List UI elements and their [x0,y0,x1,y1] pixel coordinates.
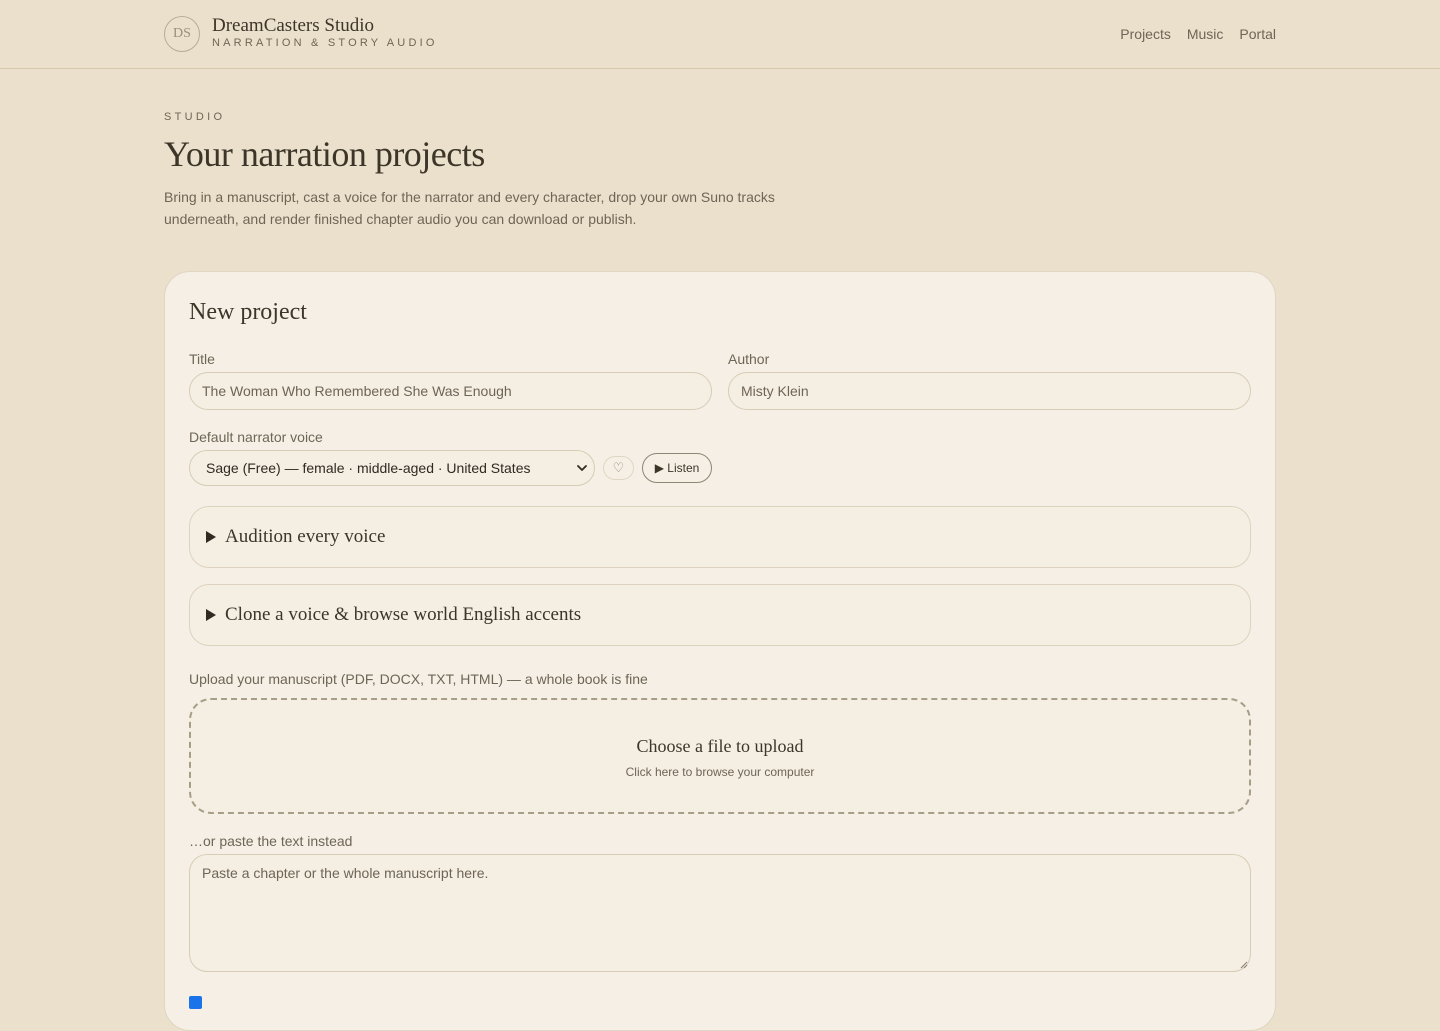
page-intro: Bring in a manuscript, cast a voice for … [164,189,775,227]
brand-name[interactable]: DreamCasters Studio [212,15,374,37]
disclosure-triangle-icon [206,609,216,621]
manuscript-upload-dropzone[interactable]: Choose a file to upload Click here to br… [189,698,1251,814]
brand-tagline: NARRATION & STORY AUDIO [212,37,438,49]
author-label: Author [728,351,770,367]
nav-music-link[interactable]: Music [1187,26,1224,42]
narrator-voice-select[interactable]: Sage (Free) — female · middle-aged · Uni… [189,450,595,486]
listen-button[interactable]: ▶ Listen [642,453,712,483]
split-checkbox[interactable] [189,996,202,1009]
nav-projects-link[interactable]: Projects [1120,26,1171,42]
title-label: Title [189,351,215,367]
resize-grip-icon[interactable] [1240,961,1248,969]
author-input[interactable] [728,372,1251,410]
top-nav: Projects Music Portal [1120,26,1276,42]
disclosure-triangle-icon [206,531,216,543]
heart-icon: ♡ [612,460,625,475]
logo-badge[interactable]: DS [164,16,200,52]
audition-voices-summary: Audition every voice [225,526,386,547]
paste-label: …or paste the text instead [189,833,353,849]
page-title: Your narration projects [164,134,485,174]
narrator-voice-value: Sage (Free) — female · middle-aged · Uni… [206,460,531,476]
clone-voice-summary: Clone a voice & browse world English acc… [225,604,582,625]
audition-voices-section[interactable]: Audition every voice [189,506,1251,568]
narrator-voice-label: Default narrator voice [189,429,323,445]
nav-portal-link[interactable]: Portal [1239,26,1276,42]
site-header: DS DreamCasters Studio NARRATION & STORY… [0,0,1440,69]
favorite-voice-button[interactable]: ♡ [603,456,634,480]
upload-hint: Click here to browse your computer [625,765,815,779]
new-project-heading: New project [189,299,307,325]
manuscript-textarea[interactable] [189,854,1251,972]
section-eyebrow: STUDIO [164,111,226,123]
upload-label: Upload your manuscript (PDF, DOCX, TXT, … [189,671,648,687]
upload-title: Choose a file to upload [636,736,804,756]
clone-voice-section[interactable]: Clone a voice & browse world English acc… [189,584,1251,646]
title-input[interactable] [189,372,712,410]
new-project-card: New project Title Author Default narrato… [164,271,1276,1031]
chevron-down-icon [577,465,587,471]
